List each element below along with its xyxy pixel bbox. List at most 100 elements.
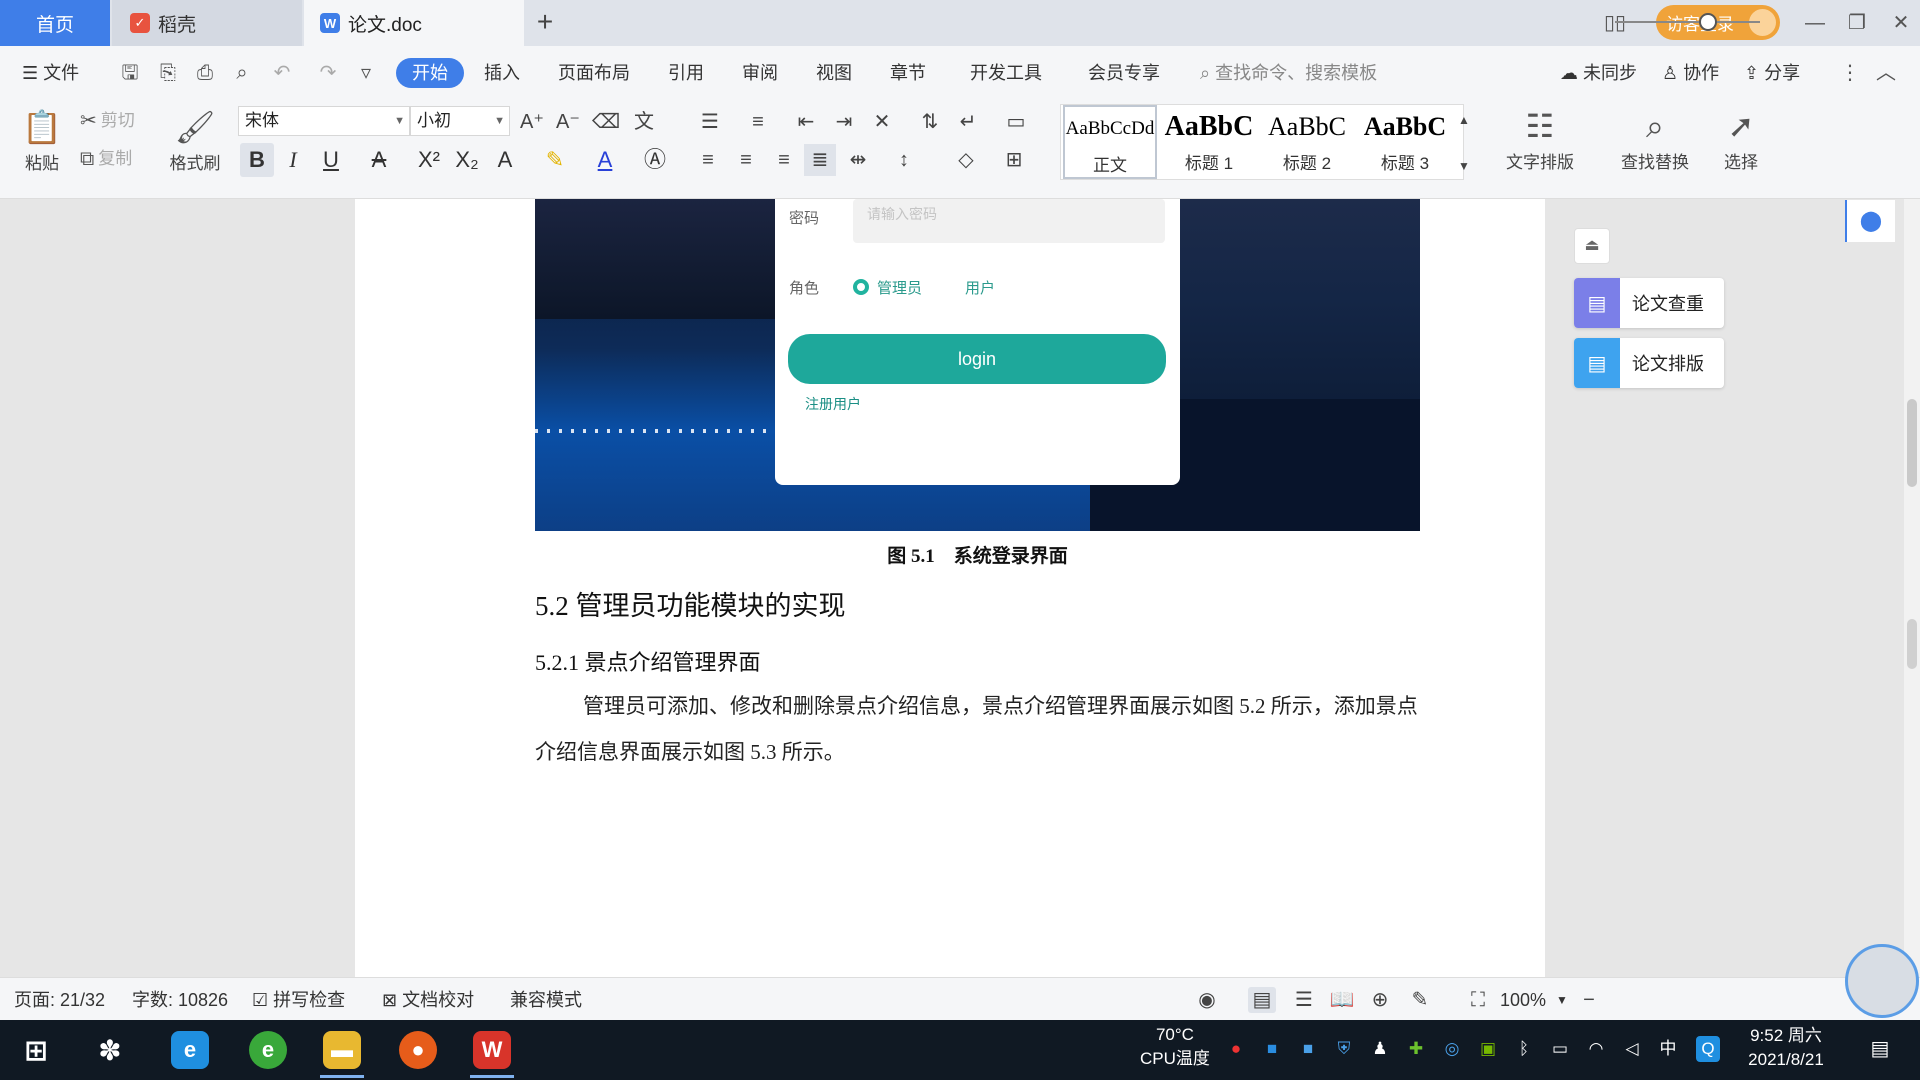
justify-icon[interactable]: ≣	[804, 144, 836, 176]
underline-button[interactable]: U	[314, 143, 348, 177]
sync-status-button[interactable]: ☁ 未同步	[1560, 58, 1637, 88]
menu-tab-developer[interactable]: 开发工具	[970, 58, 1042, 88]
font-size-select[interactable]: 小初 ▼	[410, 106, 510, 136]
more-icon[interactable]: ⋮	[1838, 61, 1862, 85]
menu-tab-references[interactable]: 引用	[668, 58, 704, 88]
taskbar-app-pinwheel[interactable]: ✽	[80, 1026, 140, 1074]
menu-tab-insert[interactable]: 插入	[484, 58, 520, 88]
chinese-layout-icon[interactable]: ✕	[866, 106, 898, 138]
find-replace-button[interactable]: ⌕ 查找替换	[1605, 104, 1705, 194]
grow-font-icon[interactable]: A⁺	[516, 106, 548, 138]
tray-app-icon[interactable]: ■	[1296, 1036, 1320, 1062]
cpu-temp-widget[interactable]: 70°C CPU温度	[1140, 1023, 1210, 1071]
zoom-slider-handle[interactable]	[1698, 13, 1717, 31]
print-icon[interactable]: ⎙	[193, 61, 217, 85]
save-icon[interactable]: 🖫	[118, 61, 142, 85]
collapse-ribbon-icon[interactable]: ︿	[1874, 61, 1898, 85]
print-preview-icon[interactable]: ⌕	[230, 61, 254, 85]
scrollbar-thumb[interactable]	[1907, 619, 1917, 669]
wifi-icon[interactable]: ◠	[1584, 1036, 1608, 1062]
clear-format-icon[interactable]: ⌫	[590, 106, 622, 138]
taskbar-app-wps[interactable]: W	[462, 1026, 522, 1078]
taskbar-app-ie[interactable]: e	[160, 1026, 220, 1074]
style-normal[interactable]: AaBbCcDd 正文	[1063, 105, 1157, 179]
ime-indicator[interactable]: 中	[1656, 1036, 1680, 1062]
text-effect-button[interactable]: A	[488, 143, 522, 177]
format-painter-button[interactable]: 🖌 格式刷	[160, 105, 230, 195]
bold-button[interactable]: B	[240, 143, 274, 177]
select-button[interactable]: ➚ 选择	[1706, 104, 1776, 194]
chevron-down-icon[interactable]: ▼	[1556, 988, 1568, 1012]
distributed-align-icon[interactable]: ⇹	[842, 144, 874, 176]
menu-tab-start[interactable]: 开始	[396, 58, 464, 88]
line-spacing-icon[interactable]: ↕	[888, 144, 920, 176]
paste-button[interactable]: 📋 粘贴	[12, 105, 72, 195]
tray-app-icon[interactable]: ◎	[1440, 1036, 1464, 1062]
fit-page-icon[interactable]: ⛶	[1464, 987, 1492, 1013]
customize-chevron-icon[interactable]: ▿	[354, 61, 378, 85]
notification-icon[interactable]: ▤	[1868, 1036, 1892, 1062]
output-pdf-icon[interactable]: ⎘	[156, 61, 180, 85]
italic-button[interactable]: I	[276, 143, 310, 177]
taskbar-app-360[interactable]: e	[238, 1026, 298, 1074]
bullet-list-icon[interactable]: ☰	[694, 106, 726, 138]
cut-button[interactable]: ✂ 剪切	[80, 106, 135, 136]
taskbar-app-media[interactable]: ●	[388, 1026, 448, 1074]
tab-home[interactable]: 首页	[0, 0, 110, 46]
qq-icon[interactable]: ♟	[1368, 1036, 1392, 1062]
copy-button[interactable]: ⧉ 复制	[80, 144, 132, 174]
increase-indent-icon[interactable]: ⇥	[828, 106, 860, 138]
start-button[interactable]: ⊞	[6, 1026, 66, 1074]
font-name-select[interactable]: 宋体 ▼	[238, 106, 410, 136]
tray-app-icon[interactable]: ■	[1260, 1036, 1284, 1062]
location-pin-icon[interactable]: ⬤	[1845, 200, 1895, 242]
close-button[interactable]: ✕	[1884, 6, 1918, 40]
align-center-icon[interactable]: ≡	[730, 144, 762, 176]
page-indicator[interactable]: 页面: 21/32	[14, 988, 105, 1012]
search-q-icon[interactable]: Q	[1696, 1036, 1720, 1062]
page-view-icon[interactable]: ▤	[1248, 987, 1276, 1013]
file-menu[interactable]: ☰ 文件	[22, 58, 79, 88]
doc-proof-button[interactable]: ⊠ 文档校对	[382, 988, 474, 1012]
styles-scroll-up-icon[interactable]: ▲	[1448, 104, 1480, 136]
reading-view-icon[interactable]: 📖	[1328, 987, 1356, 1013]
text-layout-button[interactable]: ☷ 文字排版	[1490, 104, 1590, 194]
font-color-button[interactable]: A	[588, 143, 622, 177]
scrollbar-thumb[interactable]	[1907, 399, 1917, 487]
style-heading-2[interactable]: AaBbC 标题 2	[1259, 105, 1355, 179]
volume-icon[interactable]: ◁	[1620, 1036, 1644, 1062]
vertical-scrollbar[interactable]	[1904, 199, 1920, 977]
decrease-indent-icon[interactable]: ⇤	[790, 106, 822, 138]
tray-app-icon[interactable]: ✚	[1404, 1036, 1428, 1062]
ruler-icon[interactable]: ▭	[1000, 106, 1032, 138]
menu-tab-review[interactable]: 审阅	[742, 58, 778, 88]
shrink-font-icon[interactable]: A⁻	[552, 106, 584, 138]
taskbar-app-explorer[interactable]: ▬	[312, 1026, 372, 1078]
command-search[interactable]: ⌕ 查找命令、搜索模板	[1200, 58, 1377, 88]
assistant-avatar[interactable]	[1845, 944, 1919, 1018]
paper-format-button[interactable]: ▤ 论文排版	[1574, 338, 1724, 388]
redo-icon[interactable]: ↷	[316, 61, 340, 85]
word-count[interactable]: 字数: 10826	[132, 988, 228, 1012]
restore-button[interactable]: ❐	[1840, 6, 1874, 40]
eye-protection-icon[interactable]: ◉	[1193, 987, 1221, 1013]
battery-icon[interactable]: ▭	[1548, 1036, 1572, 1062]
subscript-button[interactable]: X₂	[450, 143, 484, 177]
outline-view-icon[interactable]: ☰	[1290, 987, 1318, 1013]
style-heading-1[interactable]: AaBbC 标题 1	[1161, 105, 1257, 179]
system-clock[interactable]: 9:52 周六 2021/8/21	[1738, 1024, 1834, 1072]
paper-check-button[interactable]: ▤ 论文查重	[1574, 278, 1724, 328]
zoom-slider[interactable]	[1615, 21, 1760, 23]
share-button[interactable]: ⇪ 分享	[1744, 58, 1800, 88]
sort-icon[interactable]: ⇅	[914, 106, 946, 138]
menu-tab-view[interactable]: 视图	[816, 58, 852, 88]
tab-daoke[interactable]: ✓ 稻壳	[112, 0, 302, 46]
show-marks-icon[interactable]: ↵	[952, 106, 984, 138]
minimize-button[interactable]: —	[1798, 6, 1832, 40]
undo-icon[interactable]: ↶	[270, 61, 294, 85]
style-heading-3[interactable]: AaBbC 标题 3	[1357, 105, 1453, 179]
align-right-icon[interactable]: ≡	[768, 144, 800, 176]
menu-tab-member[interactable]: 会员专享	[1088, 58, 1160, 88]
collaborate-button[interactable]: ♙ 协作	[1662, 58, 1719, 88]
collapse-panel-icon[interactable]: ⏏	[1574, 228, 1610, 264]
